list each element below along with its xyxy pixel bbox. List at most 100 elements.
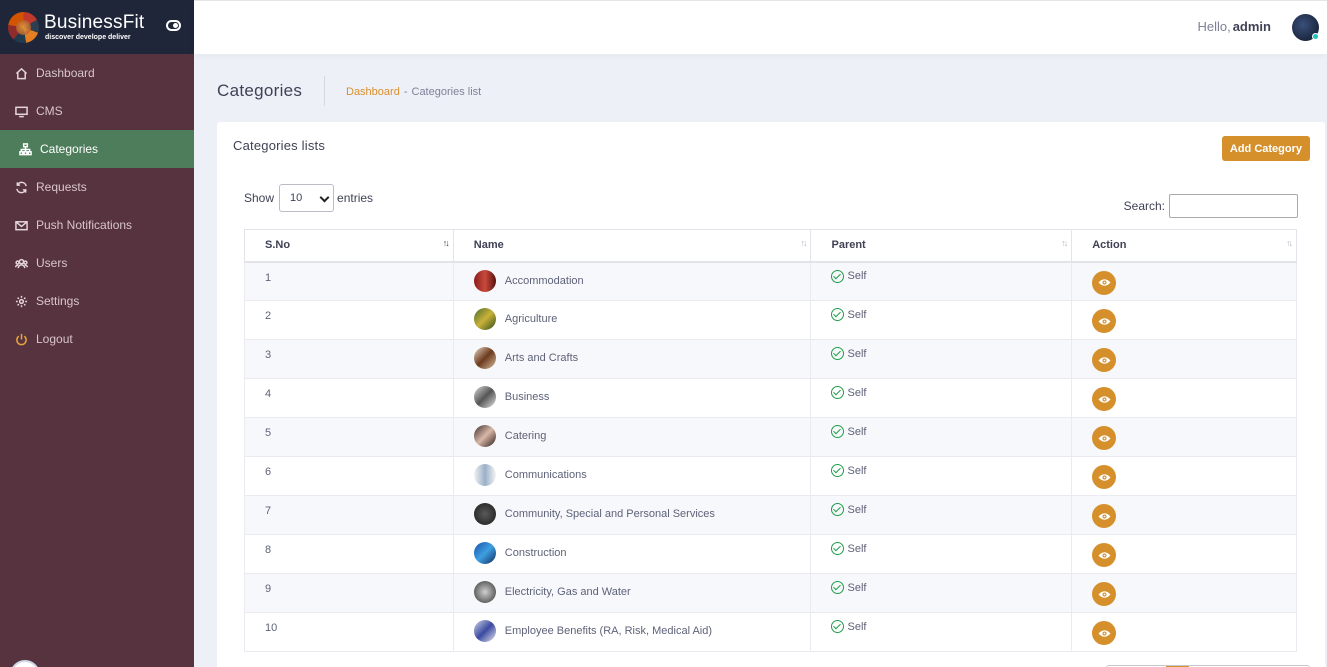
table-row: 4 Business Self [244,378,1297,418]
entries-length-control: Show 10 entries [244,184,373,212]
sidebar-item-users[interactable]: Users [0,244,194,282]
brand-logo [8,11,39,43]
home-icon [14,66,28,80]
sidebar: BusinessFit discover develope deliver Da… [0,0,194,667]
sidebar-item-label: Users [36,256,68,270]
view-button[interactable] [1092,309,1117,333]
sidebar-item-cms[interactable]: CMS [0,92,194,130]
sidebar-item-label: Logout [36,332,73,346]
sidebar-avatar [10,660,40,667]
table-row: 9 Electricity, Gas and Water Self [244,573,1297,613]
entries-select[interactable]: 10 [279,184,335,212]
cell-sno: 4 [244,378,454,418]
category-thumbnail [473,620,496,642]
eye-icon [1098,317,1111,325]
brand-bar: BusinessFit discover develope deliver [0,0,194,54]
sidebar-toggle-icon[interactable] [166,20,181,31]
view-button[interactable] [1092,582,1117,606]
eye-icon [1098,512,1111,520]
sidebar-item-logout[interactable]: Logout [0,320,194,358]
category-thumbnail [473,386,496,408]
view-button[interactable] [1092,270,1117,295]
eye-icon [1098,395,1111,403]
cell-action [1071,573,1297,613]
check-circle-icon [831,308,845,321]
sort-icon: ↑↓ [1061,238,1068,248]
add-category-button[interactable]: Add Category [1221,136,1310,161]
column-header-action[interactable]: Action ↑↓ [1071,229,1297,263]
table-row: 1 Accommodation Self [244,261,1297,301]
cell-parent: Self [810,456,1073,496]
cell-parent: Self [810,417,1073,457]
sidebar-item-label: Requests [36,180,87,194]
search-input[interactable] [1169,194,1298,218]
top-header: Hello, admin [194,0,1327,54]
cell-name: Community, Special and Personal Services [452,495,812,535]
view-button[interactable] [1092,348,1117,372]
check-circle-icon [831,464,845,477]
cell-name: Arts and Crafts [452,339,812,379]
sidebar-item-requests[interactable]: Requests [0,168,194,206]
sidebar-item-settings[interactable]: Settings [0,282,194,320]
eye-icon [1098,279,1111,286]
card-title: Categories lists [233,138,326,153]
cell-name: Construction [452,534,812,574]
category-thumbnail [473,308,496,330]
eye-icon [1098,629,1111,637]
check-circle-icon [831,347,845,360]
sidebar-item-label: Dashboard [36,66,95,80]
subheader-divider [324,76,325,106]
cell-parent: Self [810,339,1073,379]
categories-card: Categories lists Add Category Show 10 en… [217,122,1325,667]
cell-parent: Self [810,612,1073,652]
eye-icon [1098,356,1111,364]
eye-icon [1098,551,1111,559]
category-thumbnail [473,503,496,525]
brand-name: BusinessFit [44,12,145,33]
table-row: 7 Community, Special and Personal Service… [244,495,1297,535]
cell-sno: 9 [244,573,454,613]
cell-parent: Self [810,495,1073,535]
cell-action [1071,456,1297,496]
cell-action [1071,378,1297,418]
cell-sno: 2 [244,300,454,340]
column-header-name[interactable]: Name ↑↓ [452,229,812,263]
view-button[interactable] [1092,426,1117,450]
cell-sno: 10 [244,612,454,652]
view-button[interactable] [1092,504,1117,528]
table-row: 2 Agriculture Self [244,300,1297,340]
sitemap-icon [18,142,32,156]
table-row: 8 Construction Self [244,534,1297,574]
view-button[interactable] [1092,387,1117,411]
category-thumbnail [473,347,496,369]
cell-sno: 5 [244,417,454,457]
column-header-sno[interactable]: S.No ↑↓ [244,229,454,263]
sort-icon: ↑↓ [1286,238,1293,248]
cell-action [1071,612,1297,652]
check-circle-icon [831,269,845,283]
sidebar-item-push-notifications[interactable]: Push Notifications [0,206,194,244]
sidebar-item-categories[interactable]: Categories [0,130,194,168]
cell-name: Agriculture [452,300,812,340]
cell-sno: 3 [244,339,454,379]
cell-parent: Self [810,300,1073,340]
sidebar-item-label: Push Notifications [36,218,133,232]
view-button[interactable] [1092,621,1117,645]
category-thumbnail [473,464,496,486]
column-header-parent[interactable]: Parent ↑↓ [810,229,1073,263]
view-button[interactable] [1092,465,1117,489]
chevron-down-icon [319,192,330,203]
users-icon [14,256,28,270]
cell-action [1071,495,1297,535]
categories-table: S.No ↑↓ Name ↑↓ Parent ↑↓ Action ↑↓ 1 Accommo… [244,229,1297,652]
table-row: 6 Communications Self [244,456,1297,496]
sidebar-item-dashboard[interactable]: Dashboard [0,54,194,92]
cell-name: Catering [452,417,812,457]
breadcrumb-dashboard-link[interactable]: Dashboard [346,86,400,98]
view-button[interactable] [1092,543,1117,567]
online-status-dot [1312,33,1319,40]
username: admin [1232,19,1271,34]
cell-name: Accommodation [452,261,812,301]
cell-action [1071,534,1297,574]
category-thumbnail [473,581,496,603]
